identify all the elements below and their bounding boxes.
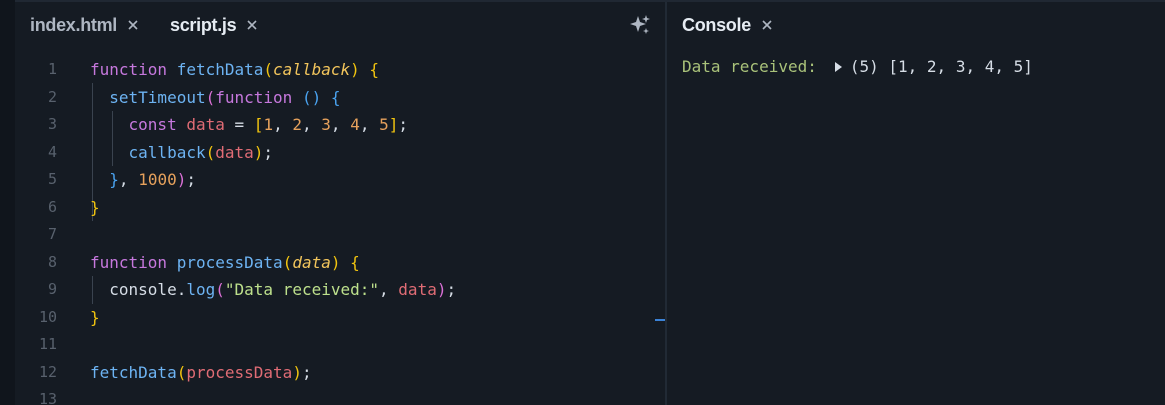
code-line: } [90,197,100,217]
code-line: function fetchData(callback) { [90,60,380,79]
triangle-right-icon[interactable] [834,62,842,72]
line-number: 2 [47,87,57,106]
tab-console[interactable]: Console [682,14,773,36]
line-number: 1 [47,60,57,78]
code-line: const data = [1, 2, 3, 4, 5]; [128,115,409,134]
line-number: 13 [38,390,57,405]
code-line: callback(data); [128,142,274,162]
tab-index-html[interactable]: index.html [30,14,139,36]
line-number: 4 [47,142,57,161]
line-number: 9 [47,280,57,298]
code-area[interactable]: function fetchData(callback) { setTimeou… [90,56,650,405]
code-line: setTimeout(function () { [109,87,341,107]
code-line: } [90,307,100,327]
line-number: 7 [47,225,57,243]
console-tab-bar: Console [667,2,1165,44]
code-line: function processData(data) { [90,252,360,272]
sparkle-icon[interactable] [628,13,652,37]
console-log-value[interactable]: (5) [1, 2, 3, 4, 5] [850,57,1033,76]
tab-label: Console [682,15,751,35]
code-line: }, 1000); [109,170,196,189]
console-log-label: Data received: [682,57,817,76]
tab-label: script.js [170,15,237,35]
line-number: 10 [38,307,57,326]
code-line: fetchData(processData); [90,362,312,382]
close-icon[interactable] [127,19,139,31]
tab-script-js[interactable]: script.js [170,14,258,36]
close-icon[interactable] [761,19,773,31]
scrollbar-marker[interactable] [655,319,665,321]
console-pane: Console Data received: (5) [1, 2, 3, 4, 5… [667,2,1165,405]
editor-tab-bar: index.html script.js [15,2,665,44]
close-icon[interactable] [246,19,258,31]
tab-label: index.html [30,15,118,35]
code-playground: index.html script.js 1 2 3 4 5 6 7 8 9 1… [0,0,1165,405]
line-number: 8 [47,252,57,271]
left-strip [0,0,15,405]
line-number: 12 [38,362,57,381]
editor-pane: index.html script.js 1 2 3 4 5 6 7 8 9 1… [15,2,665,405]
line-number-gutter: 1 2 3 4 5 6 7 8 9 10 11 12 13 [15,56,65,405]
console-log-entry: Data received: (5) [1, 2, 3, 4, 5] [682,56,1033,78]
line-number: 3 [47,115,57,133]
code-line: console.log("Data received:", data); [109,280,457,299]
line-number: 5 [47,170,57,188]
line-number: 11 [38,335,57,353]
line-number: 6 [47,197,57,216]
